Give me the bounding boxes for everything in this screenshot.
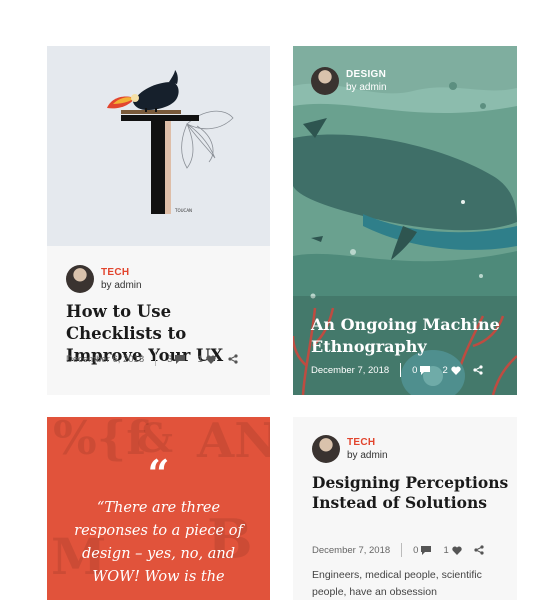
toucan-illustration: TOUCAN [107,70,234,214]
share-icon[interactable] [474,545,484,555]
post-author: DESIGN by admin [311,67,387,95]
like-number: 1 [443,544,449,556]
like-number: 1 [197,353,203,365]
post-title[interactable]: An Ongoing Machine Ethnography [311,314,511,358]
heart-icon [452,546,462,555]
author-byline[interactable]: by admin [346,81,387,94]
comment-icon [421,545,432,555]
comment-count[interactable]: 0 [412,364,431,376]
avatar [311,67,339,95]
post-card-checklists[interactable]: TOUCAN TECH by admin How to Use Checklis… [47,46,270,395]
comment-number: 0 [413,544,419,556]
post-stats: December 7, 2018 0 2 [311,363,483,377]
post-stats: December 7, 2018 0 1 [312,543,484,557]
avatar [312,435,340,463]
category-label[interactable]: TECH [347,436,388,449]
category-label[interactable]: DESIGN [346,68,387,81]
avatar [66,265,94,293]
post-author: TECH by admin [312,435,388,463]
divider [155,352,157,366]
share-icon[interactable] [228,354,238,364]
divider [401,543,403,557]
like-count[interactable]: 1 [197,353,216,365]
quote-text[interactable]: “There are three responses to a piece of… [61,497,256,589]
toucan-caption: TOUCAN [174,208,192,213]
post-excerpt: Engineers, medical people, scientific pe… [312,569,482,598]
post-card-machine-ethnography[interactable]: DESIGN by admin An Ongoing Machine Ethno… [293,46,517,395]
like-count[interactable]: 1 [443,544,462,556]
comment-number: 3 [167,353,173,365]
share-icon[interactable] [473,365,483,375]
post-card-designing-perceptions[interactable]: TECH by admin Designing Perceptions Inst… [293,417,517,600]
like-number: 2 [442,364,448,376]
quote-card[interactable]: %{f & AN M B “ “There are three response… [47,417,270,600]
post-stats: December 6, 2018 3 1 [66,352,238,366]
post-date: December 6, 2018 [66,353,145,365]
heart-icon [206,355,216,364]
comment-icon [175,354,186,364]
heart-icon [451,366,461,375]
post-date: December 7, 2018 [312,544,391,556]
quote-icon: “ [147,451,170,496]
post-title[interactable]: Designing Perceptions Instead of Solutio… [312,473,512,513]
comment-count[interactable]: 0 [413,544,432,556]
post-image-toucan[interactable]: TOUCAN [47,46,270,246]
divider [400,363,402,377]
author-byline[interactable]: by admin [101,279,142,292]
author-byline[interactable]: by admin [347,449,388,462]
post-date: December 7, 2018 [311,364,390,376]
comment-icon [420,365,431,375]
comment-count[interactable]: 3 [167,353,186,365]
like-count[interactable]: 2 [442,364,461,376]
comment-number: 0 [412,364,418,376]
category-label[interactable]: TECH [101,266,142,279]
post-author: TECH by admin [66,265,142,293]
